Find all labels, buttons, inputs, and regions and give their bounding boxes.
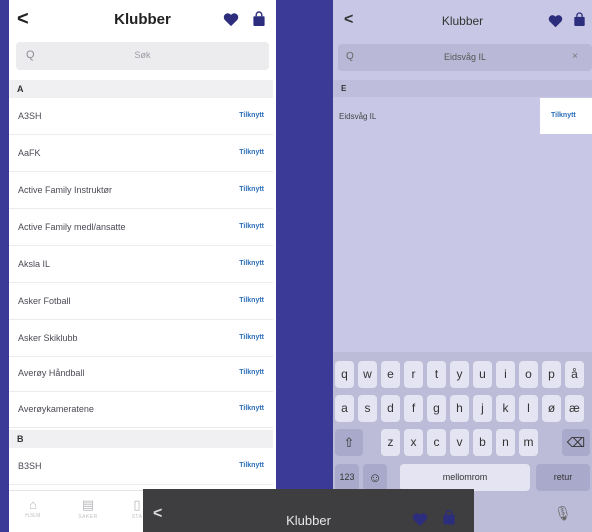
connect-label: Tilknytt [551,112,576,119]
club-name: Active Family Instruktør [18,185,113,195]
key[interactable]: f [404,395,423,422]
key[interactable]: t [427,361,446,388]
club-name: Averøy Håndball [18,368,85,378]
key[interactable]: g [427,395,446,422]
connect-button[interactable]: Tilknytt [239,223,264,230]
connect-button[interactable]: Tilknytt [239,112,264,119]
connect-button[interactable]: Tilknytt [239,334,264,341]
list-item: Aksla IL Tilknytt [9,246,273,283]
key[interactable]: m [519,429,538,456]
club-name: AaFK [18,148,41,158]
key[interactable]: h [450,395,469,422]
key[interactable]: z [381,429,400,456]
key[interactable]: c [427,429,446,456]
emoji-key[interactable]: ☺ [363,464,387,491]
section-header-a: A [9,80,273,98]
tab-label: SAKER [78,514,98,520]
list-item: Averøykameratene Tilknytt [9,391,273,428]
list-item: Active Family Instruktør Tilknytt [9,172,273,209]
search-input-value[interactable]: Eidsvåg IL [338,52,592,62]
key[interactable]: æ [565,395,584,422]
right-screen: < Klubber Q Eidsvåg IL × E Eidsvåg IL Ti… [333,0,592,532]
heart-icon[interactable] [223,12,239,27]
key[interactable]: v [450,429,469,456]
club-name: Active Family medl/ansatte [18,222,126,232]
club-name: B3SH [18,461,42,471]
connect-button[interactable]: Tilknytt [239,186,264,193]
header: < Klubber [9,0,276,40]
left-screen: < Klubber Q Søk A A3SH Tilknytt AaFK Til… [9,0,276,532]
club-name: Asker Fotball [18,296,71,306]
list-item: Asker Fotball Tilknytt [9,283,273,320]
connect-button[interactable]: Tilknytt [239,462,264,469]
key[interactable]: u [473,361,492,388]
tab-label: HJEM [25,513,41,519]
list-item: A3SH Tilknytt [9,98,273,135]
shift-key[interactable]: ⇧ [335,429,363,456]
tab-home[interactable]: ⌂ HJEM [15,497,51,519]
shopping-bag-icon[interactable] [252,11,266,27]
backspace-key[interactable]: ⌫ [562,429,590,456]
heart-icon[interactable] [548,14,563,28]
key[interactable]: l [519,395,538,422]
connect-button[interactable]: Tilknytt [540,98,592,134]
return-key[interactable]: retur [536,464,590,491]
key[interactable]: å [565,361,584,388]
overlay-header-bar: < Klubber [143,489,474,532]
search-field[interactable]: Q Søk [16,42,269,70]
list-item: Averøy Håndball Tilknytt [9,355,273,392]
key[interactable]: q [335,361,354,388]
key[interactable]: ø [542,395,561,422]
heart-icon[interactable] [412,512,428,527]
club-name: Eidsvåg IL [339,112,377,121]
section-header-b: B [9,430,273,448]
stores-icon: ▤ [81,497,95,512]
key[interactable]: k [496,395,515,422]
section-header-e: E [333,80,592,97]
key[interactable]: b [473,429,492,456]
connect-button[interactable]: Tilknytt [239,369,264,376]
search-field[interactable]: Q Eidsvåg IL × [338,44,592,71]
key[interactable]: s [358,395,377,422]
key[interactable]: e [381,361,400,388]
key[interactable]: r [404,361,423,388]
microphone-icon[interactable]: 🎙 [554,505,572,522]
key[interactable]: p [542,361,561,388]
clear-icon[interactable]: × [572,51,578,62]
club-name: A3SH [18,111,42,121]
club-name: Averøykameratene [18,404,94,414]
tab-stores[interactable]: ▤ SAKER [70,497,106,520]
key[interactable]: d [381,395,400,422]
shopping-bag-icon[interactable] [442,509,456,526]
key[interactable]: j [473,395,492,422]
list-item: Eidsvåg IL Tilknytt [333,98,592,134]
list-item: Active Family medl/ansatte Tilknytt [9,209,273,246]
key[interactable]: a [335,395,354,422]
connect-button[interactable]: Tilknytt [239,260,264,267]
connect-button[interactable]: Tilknytt [239,405,264,412]
home-icon: ⌂ [29,497,37,512]
key[interactable]: x [404,429,423,456]
club-name: Asker Skiklubb [18,333,78,343]
list-item: AaFK Tilknytt [9,135,273,172]
connect-button[interactable]: Tilknytt [239,297,264,304]
search-placeholder: Søk [134,50,151,60]
key[interactable]: y [450,361,469,388]
key[interactable]: o [519,361,538,388]
key[interactable]: i [496,361,515,388]
club-name: Aksla IL [18,259,51,269]
list-item: Asker Skiklubb Tilknytt [9,320,273,357]
space-key[interactable]: mellomrom [400,464,530,491]
shopping-bag-icon[interactable] [573,12,586,27]
list-item: B3SH Tilknytt [9,448,273,485]
key[interactable]: n [496,429,515,456]
numbers-key[interactable]: 123 [335,464,359,491]
key[interactable]: w [358,361,377,388]
connect-button[interactable]: Tilknytt [239,149,264,156]
